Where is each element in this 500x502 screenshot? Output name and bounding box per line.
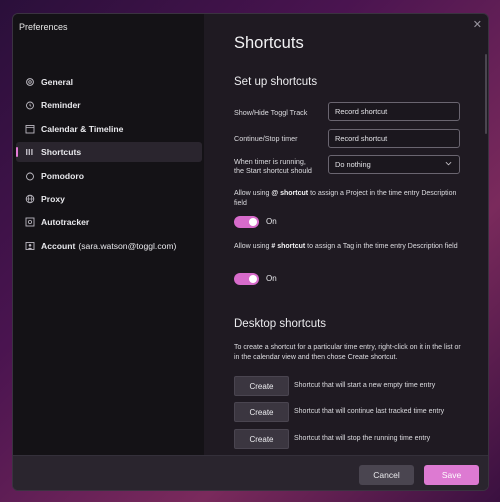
show-hide-label: Show/Hide Toggl Track xyxy=(234,108,308,117)
sidebar-item-pomodoro[interactable]: Pomodoro xyxy=(16,166,202,186)
sidebar-item-label: Shortcuts xyxy=(41,147,82,158)
sidebar-item-label: Calendar & Timeline xyxy=(41,123,124,134)
continue-stop-shortcut-field[interactable]: Record shortcut xyxy=(328,129,460,148)
footer-bar: Cancel Save xyxy=(13,455,488,490)
create-shortcut-description: Shortcut that will stop the running time… xyxy=(294,435,431,442)
project-shortcut-description: Allow using @ shortcut to assign a Proje… xyxy=(234,190,457,207)
sidebar: Preferences General Reminder Calendar & … xyxy=(13,14,204,455)
calendar-icon xyxy=(25,124,35,134)
timer-running-select[interactable]: Do nothing xyxy=(328,155,460,174)
page-title: Shortcuts xyxy=(234,34,304,52)
gear-icon xyxy=(25,77,35,87)
sidebar-item-general[interactable]: General xyxy=(16,72,202,92)
create-shortcut-description: Shortcut that will continue last tracked… xyxy=(294,408,445,415)
sidebar-item-autotracker[interactable]: Autotracker xyxy=(16,212,202,232)
sidebar-item-label: Reminder xyxy=(41,100,81,111)
sidebar-item-calendar-timeline[interactable]: Calendar & Timeline xyxy=(16,119,202,139)
sidebar-item-label: General xyxy=(41,77,74,87)
window-title: Preferences xyxy=(19,22,68,32)
sidebar-item-account[interactable]: Account (sara.watson@toggl.com) xyxy=(16,236,202,256)
close-icon[interactable]: ✕ xyxy=(473,18,482,31)
project-toggle-label: On xyxy=(266,217,277,226)
timer-running-label: When timer is running, the Start shortcu… xyxy=(234,157,312,175)
tag-shortcut-toggle[interactable] xyxy=(234,273,259,285)
sidebar-item-proxy[interactable]: Proxy xyxy=(16,189,202,209)
shortcuts-panel: ✕ Shortcuts Set up shortcuts Show/Hide T… xyxy=(204,14,488,455)
cancel-button[interactable]: Cancel xyxy=(359,465,414,485)
show-hide-shortcut-field[interactable]: Record shortcut xyxy=(328,102,460,121)
save-button[interactable]: Save xyxy=(424,465,479,485)
chevron-down-icon xyxy=(445,161,452,166)
preferences-window: Preferences General Reminder Calendar & … xyxy=(12,13,489,491)
tag-shortcut-description: Allow using # shortcut to assign a Tag i… xyxy=(234,243,458,250)
desktop-shortcuts-description: To create a shortcut for a particular ti… xyxy=(234,344,461,361)
create-stop-shortcut-button[interactable]: Create xyxy=(234,429,289,449)
scrollbar[interactable] xyxy=(485,54,487,134)
sidebar-item-reminder[interactable]: Reminder xyxy=(16,95,202,115)
pomodoro-icon xyxy=(25,171,35,181)
sidebar-item-label: Account xyxy=(41,240,76,251)
timer-running-label-line: the Start shortcut should xyxy=(234,166,312,175)
sidebar-item-shortcuts[interactable]: Shortcuts xyxy=(16,142,202,163)
tag-toggle-label: On xyxy=(266,274,277,283)
timer-running-label-line: When timer is running, xyxy=(234,157,306,166)
continue-stop-label: Continue/Stop timer xyxy=(234,134,298,143)
timer-running-value: Do nothing xyxy=(335,160,371,169)
sidebar-item-label: Autotracker xyxy=(41,217,90,228)
sidebar-nav: General Reminder Calendar & Timeline Sho… xyxy=(16,72,202,259)
account-icon xyxy=(25,241,35,251)
sidebar-item-label: Proxy xyxy=(41,193,65,204)
account-email: (sara.watson@toggl.com) xyxy=(78,240,177,251)
sidebar-item-label: Pomodoro xyxy=(41,170,84,181)
globe-icon xyxy=(25,194,35,204)
create-new-entry-shortcut-button[interactable]: Create xyxy=(234,376,289,396)
shortcuts-bar-icon xyxy=(25,147,35,157)
project-shortcut-toggle[interactable] xyxy=(234,216,259,228)
target-icon xyxy=(25,217,35,227)
section-title-setup: Set up shortcuts xyxy=(234,76,318,88)
alarm-clock-icon xyxy=(25,100,35,110)
create-continue-shortcut-button[interactable]: Create xyxy=(234,402,289,422)
section-title-desktop: Desktop shortcuts xyxy=(234,318,327,330)
create-shortcut-description: Shortcut that will start a new empty tim… xyxy=(294,382,436,389)
